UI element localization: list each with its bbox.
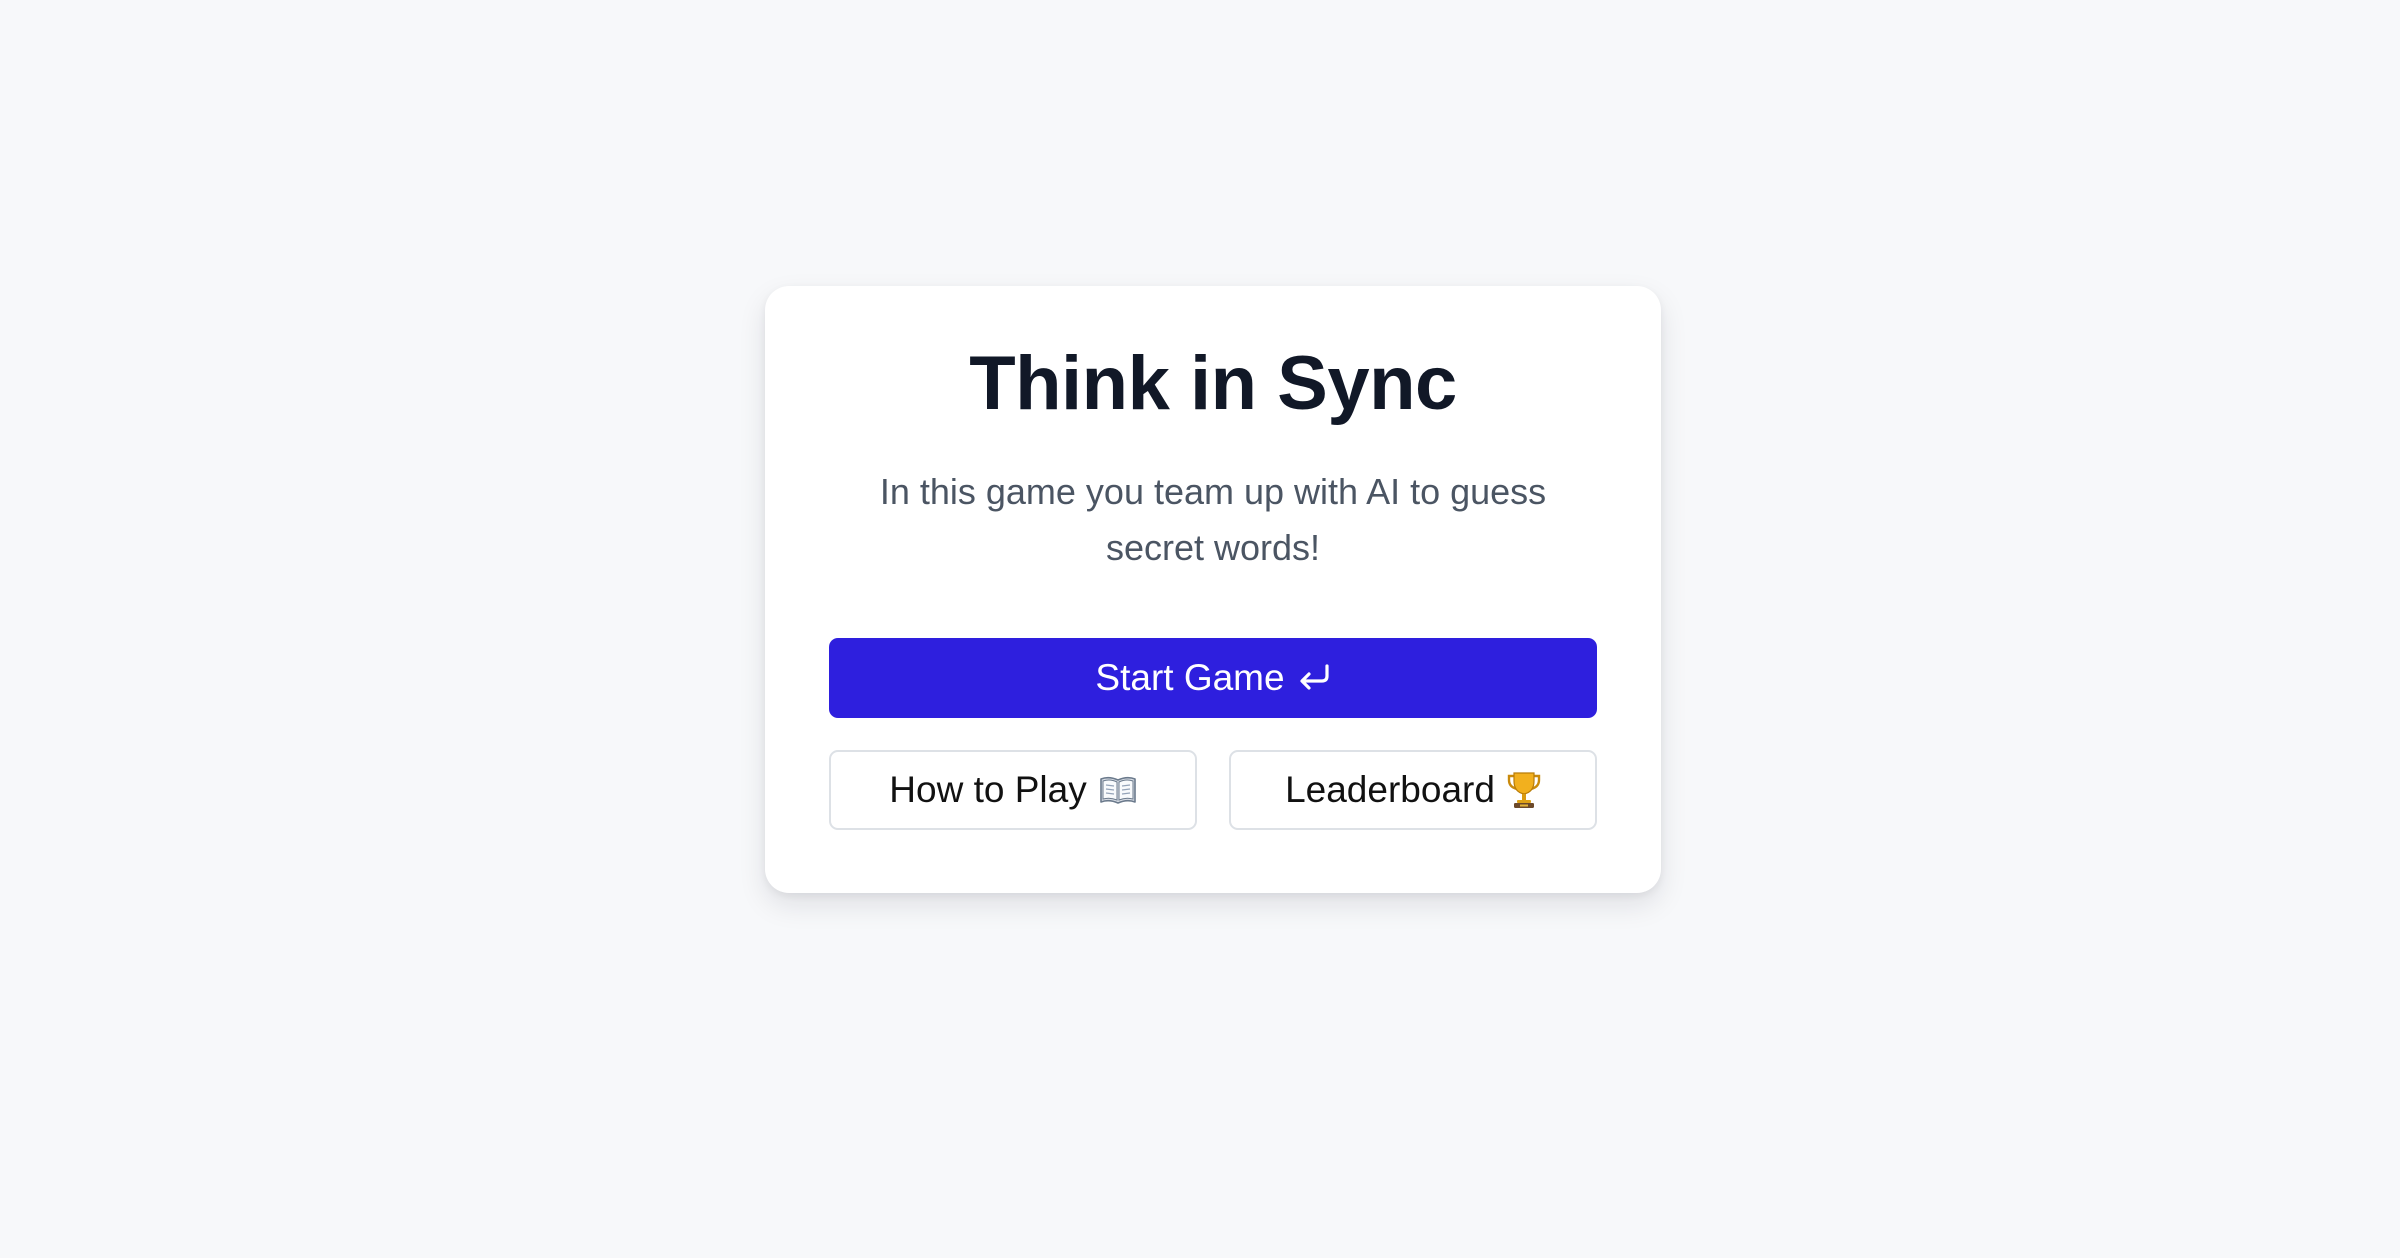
game-description: In this game you team up with AI to gues… — [879, 471, 1547, 568]
enter-return-icon — [1297, 663, 1331, 693]
leaderboard-button[interactable]: Leaderboard — [1229, 750, 1597, 830]
start-game-button[interactable]: Start Game — [829, 638, 1597, 718]
how-to-play-label: How to Play — [889, 769, 1087, 810]
how-to-play-button[interactable]: How to Play — [829, 750, 1197, 830]
start-card: Think in Sync In this game you team up w… — [765, 286, 1661, 893]
open-book-icon — [1099, 775, 1137, 805]
leaderboard-label: Leaderboard — [1285, 769, 1495, 810]
start-game-label: Start Game — [1095, 657, 1285, 698]
trophy-icon — [1507, 771, 1541, 809]
game-title: Think in Sync — [969, 341, 1457, 426]
